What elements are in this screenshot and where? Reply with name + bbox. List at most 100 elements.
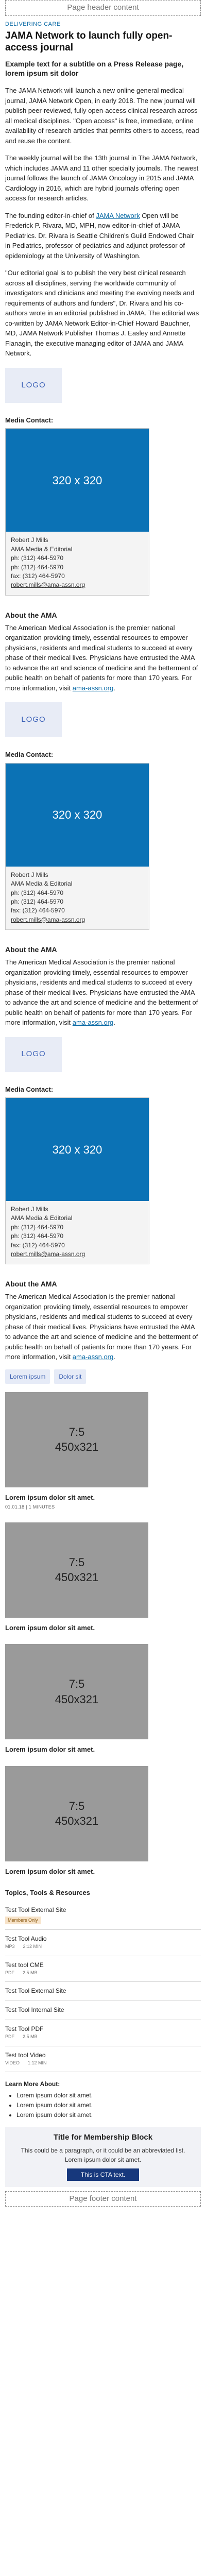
topic-meta: PDF 2.5 MB [5,2033,201,2041]
topics-heading: Topics, Tools & Resources [5,1889,90,1897]
members-only-badge: Members Only [5,1916,41,1925]
topic-row[interactable]: Test Tool Audio MP3 2:12 MIN [5,1930,201,1956]
logo-placeholder: LOGO [5,702,62,738]
video-thumbnail[interactable]: 7:5 450x321 [5,1644,148,1740]
about-text: The American Medical Association is the … [5,1292,201,1362]
video-item[interactable]: 7:5 450x321 Lorem ipsum dolor sit amet. [5,1766,201,1877]
contact-org: AMA Media & Editorial [11,880,73,888]
topic-row[interactable]: Test Tool External Site [5,1982,201,2002]
logo-placeholder: LOGO [5,1037,62,1072]
ama-site-link[interactable]: ama-assn.org [73,1019,113,1026]
contact-phone-1: ph: (312) 464-5970 [11,889,64,896]
contact-name: Robert J Mills [11,871,48,878]
video-caption: Lorem ipsum dolor sit amet. [5,1867,95,1875]
about-end: . [113,684,115,692]
learn-more-list: Lorem ipsum dolor sit amet. Lorem ipsum … [5,2091,201,2120]
paragraph-text: The founding editor-in-chief of [5,211,96,219]
contact-email-link[interactable]: robert.mills@ama-assn.org [11,916,85,923]
topic-row[interactable]: Test Tool Internal Site [5,2001,201,2021]
thumb-ratio: 7:5 [68,1425,85,1438]
thumb-size: 450x321 [55,1571,99,1584]
video-thumbnail[interactable]: 7:5 450x321 [5,1522,148,1618]
tag-list: Lorem ipsum Dolor sit [5,1369,201,1384]
contact-info: Robert J Mills AMA Media & Editorial ph:… [6,867,149,929]
topic-row[interactable]: Test Tool PDF PDF 2.5 MB [5,2020,201,2046]
cta-title: Title for Membership Block [53,2133,153,2142]
topic-name: Test Tool Audio [5,1935,47,1943]
video-item[interactable]: 7:5 450x321 Lorem ipsum dolor sit amet. … [5,1392,201,1511]
video-caption: Lorem ipsum dolor sit amet. [5,1493,95,1501]
topic-meta: VIDEO 1:12 MIN [5,2060,201,2067]
thumb-ratio: 7:5 [68,1677,85,1691]
contact-fax: fax: (312) 464-5970 [11,572,65,580]
contact-email-link[interactable]: robert.mills@ama-assn.org [11,1250,85,1258]
learn-more-item[interactable]: Lorem ipsum dolor sit amet. [16,2100,201,2110]
contact-email-link[interactable]: robert.mills@ama-assn.org [11,581,85,588]
about-heading: About the AMA [5,945,57,954]
thumb-ratio: 7:5 [68,1799,85,1812]
topic-type: MP3 [5,1944,15,1950]
about-end: . [113,1353,115,1361]
media-contact-card: 320 x 320 Robert J Mills AMA Media & Edi… [5,1097,149,1265]
topic-type: PDF [5,2034,14,2040]
contact-name: Robert J Mills [11,536,48,544]
page-footer-placeholder: Page footer content [5,2191,201,2207]
contact-fax: fax: (312) 464-5970 [11,907,65,914]
topic-row[interactable]: Test tool CME PDF 2.5 MB [5,1956,201,1982]
learn-more-item[interactable]: Lorem ipsum dolor sit amet. [16,2091,201,2100]
ama-site-link[interactable]: ama-assn.org [73,1353,113,1361]
cta-button[interactable]: This is CTA text. [67,2168,139,2181]
video-caption: Lorem ipsum dolor sit amet. [5,1623,95,1632]
topic-size: 1:12 MIN [28,2060,47,2065]
video-caption: Lorem ipsum dolor sit amet. [5,1745,95,1754]
about-body: The American Medical Association is the … [5,623,198,692]
topic-name: Test tool Video [5,2051,46,2059]
topic-row[interactable]: Test Tool External Site Members Only [5,1901,201,1930]
contact-image-placeholder: 320 x 320 [6,429,149,532]
topic-type: VIDEO [5,2060,20,2065]
membership-cta-block: Title for Membership Block This could be… [5,2127,201,2187]
about-body: The American Medical Association is the … [5,1293,198,1361]
learn-more-item[interactable]: Lorem ipsum dolor sit amet. [16,2110,201,2120]
contact-info: Robert J Mills AMA Media & Editorial ph:… [6,532,149,595]
category-kicker[interactable]: Delivering care [5,20,201,29]
body-paragraph-2: The weekly journal will be the 13th jour… [5,154,199,202]
page-header-placeholder: Page header content [5,0,201,16]
about-heading: About the AMA [5,611,57,619]
thumb-size: 450x321 [55,1440,99,1454]
about-text: The American Medical Association is the … [5,957,201,1028]
contact-phone-1: ph: (312) 464-5970 [11,1223,64,1231]
jama-network-link[interactable]: JAMA Network [96,212,140,219]
contact-image-placeholder: 320 x 320 [6,763,149,867]
video-item[interactable]: 7:5 450x321 Lorem ipsum dolor sit amet. [5,1522,201,1633]
thumb-size: 450x321 [55,1815,99,1828]
video-item[interactable]: 7:5 450x321 Lorem ipsum dolor sit amet. [5,1644,201,1755]
body-paragraph-4: "Our editorial goal is to publish the ve… [5,269,199,358]
topic-name: Test Tool Internal Site [5,2006,64,2014]
logo-placeholder: LOGO [5,367,62,403]
topic-meta: PDF 2.5 MB [5,1970,201,1977]
video-thumbnail[interactable]: 7:5 450x321 [5,1766,148,1861]
tag-item[interactable]: Dolor sit [54,1369,87,1384]
video-thumbnail[interactable]: 7:5 450x321 [5,1392,148,1487]
about-heading: About the AMA [5,1280,57,1289]
about-text: The American Medical Association is the … [5,623,201,693]
topic-size: 2.5 MB [23,2034,38,2040]
topic-row[interactable]: Test tool Video VIDEO 1:12 MIN [5,2046,201,2073]
video-meta: 01.01.18 | 1 MINUTES [5,1504,55,1510]
contact-phone-2: ph: (312) 464-5970 [11,897,64,905]
ama-site-link[interactable]: ama-assn.org [73,684,113,692]
thumb-ratio: 7:5 [68,1555,85,1569]
topic-type: PDF [5,1970,14,1975]
contact-fax: fax: (312) 464-5970 [11,1241,65,1249]
about-body: The American Medical Association is the … [5,958,198,1027]
page-title: JAMA Network to launch fully open-access… [5,30,173,53]
about-end: . [113,1019,115,1027]
media-contact-heading: Media Contact: [5,1085,54,1093]
topic-name: Test tool CME [5,1961,44,1969]
page-subtitle: Example text for a subtitle on a Press R… [5,59,184,78]
topic-name: Test Tool External Site [5,1987,66,1995]
tag-item[interactable]: Lorem ipsum [5,1369,50,1384]
contact-image-placeholder: 320 x 320 [6,1098,149,1201]
media-contact-card: 320 x 320 Robert J Mills AMA Media & Edi… [5,428,149,596]
